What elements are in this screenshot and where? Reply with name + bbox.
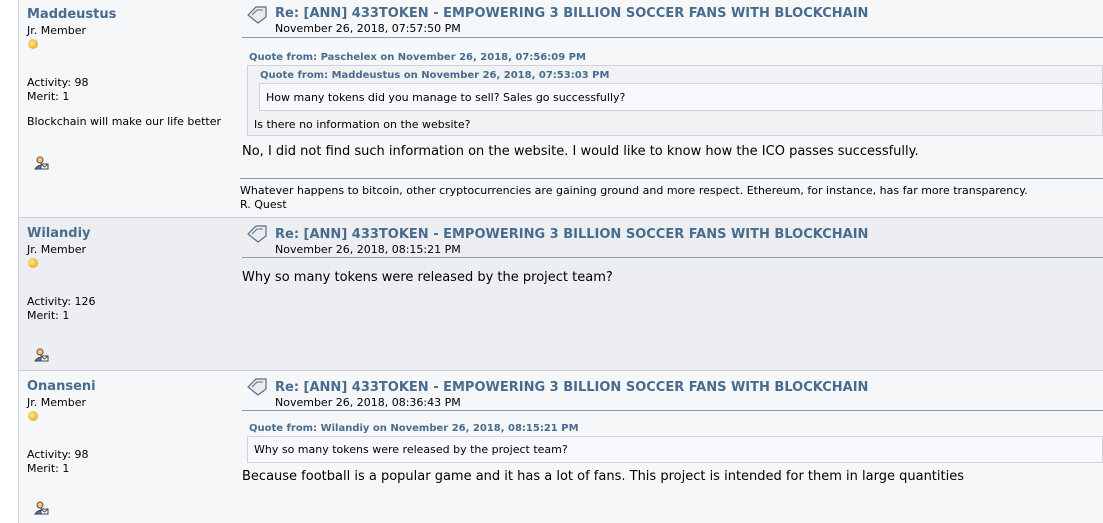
poster-info: Maddeustus Jr. Member Activity: 98 Merit… [27,0,232,170]
poster-info: Wilandiy Jr. Member Activity: 126 Merit:… [27,218,232,362]
member-rank: Jr. Member [27,243,86,256]
member-rank: Jr. Member [27,396,86,409]
post-body: Because football is a popular game and i… [242,469,964,484]
quote-text: Is there no information on the website? [254,118,471,131]
post-date: November 26, 2018, 07:57:50 PM [275,22,461,35]
post-date: November 26, 2018, 08:15:21 PM [275,243,461,256]
post-date: November 26, 2018, 08:36:43 PM [275,396,461,409]
rank-coin-icon [28,39,38,49]
nested-quote-header-link[interactable]: Quote from: Maddeustus on November 26, 2… [260,70,609,82]
poster-name-link[interactable]: Wilandiy [27,226,232,242]
post-content: Re: [ANN] 433TOKEN - EMPOWERING 3 BILLIO… [242,218,1103,285]
post-header: Re: [ANN] 433TOKEN - EMPOWERING 3 BILLIO… [242,371,1103,411]
post-icon [247,378,267,396]
header-divider [242,37,1103,38]
signature-divider [240,178,1103,179]
post-subject-link[interactable]: Re: [ANN] 433TOKEN - EMPOWERING 3 BILLIO… [275,380,868,396]
post-subject-link[interactable]: Re: [ANN] 433TOKEN - EMPOWERING 3 BILLIO… [275,227,868,243]
poster-name-link[interactable]: Maddeustus [27,7,232,23]
post-body: Why so many tokens were released by the … [242,270,613,285]
post-icon [247,225,267,243]
send-message-icon[interactable] [33,155,49,171]
activity-stat: Activity: 98 [27,448,89,461]
member-rank: Jr. Member [27,24,86,37]
send-message-icon[interactable] [33,500,49,516]
post-content: Re: [ANN] 433TOKEN - EMPOWERING 3 BILLIO… [240,0,1103,211]
post-header: Re: [ANN] 433TOKEN - EMPOWERING 3 BILLIO… [242,218,1103,258]
quote-text: Why so many tokens were released by the … [254,443,568,456]
signature-text: Whatever happens to bitcoin, other crypt… [240,184,1028,197]
send-message-icon[interactable] [33,347,49,363]
forum-post: Wilandiy Jr. Member Activity: 126 Merit:… [19,218,1103,371]
merit-stat: Merit: 1 [27,309,70,322]
forum-post: Onanseni Jr. Member Activity: 98 Merit: … [19,371,1103,523]
signature-text: R. Quest [240,198,287,211]
merit-stat: Merit: 1 [27,90,70,103]
quote-header-link[interactable]: Quote from: Wilandiy on November 26, 201… [249,423,579,435]
forum-post: Maddeustus Jr. Member Activity: 98 Merit… [19,0,1103,218]
header-divider [242,257,1103,258]
quote-header-link[interactable]: Quote from: Paschelex on November 26, 20… [249,52,586,64]
post-content: Re: [ANN] 433TOKEN - EMPOWERING 3 BILLIO… [242,371,1103,484]
personal-text: Blockchain will make our life better [27,115,222,128]
activity-stat: Activity: 126 [27,295,96,308]
poster-name-link[interactable]: Onanseni [27,379,232,395]
post-icon [247,6,267,24]
post-header: Re: [ANN] 433TOKEN - EMPOWERING 3 BILLIO… [242,0,1103,38]
post-body: No, I did not find such information on t… [242,144,919,159]
nested-quote-text: How many tokens did you manage to sell? … [266,91,626,104]
header-divider [242,410,1103,411]
post-subject-link[interactable]: Re: [ANN] 433TOKEN - EMPOWERING 3 BILLIO… [275,6,868,22]
activity-stat: Activity: 98 [27,76,89,89]
rank-coin-icon [28,411,38,421]
rank-coin-icon [28,258,38,268]
merit-stat: Merit: 1 [27,462,70,475]
poster-info: Onanseni Jr. Member Activity: 98 Merit: … [27,371,232,515]
